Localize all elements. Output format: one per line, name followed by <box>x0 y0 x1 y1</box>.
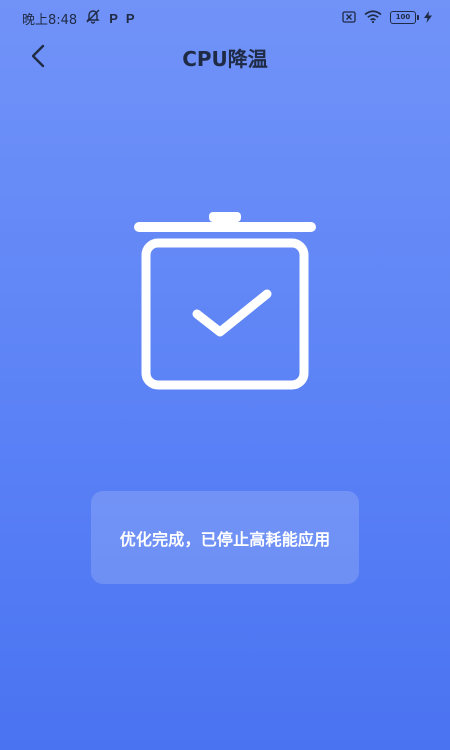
p-icon: P <box>109 10 118 26</box>
header: CPU降温 <box>0 34 450 78</box>
status-left: 晚上8:48 P P <box>22 8 135 28</box>
charging-icon <box>424 8 432 27</box>
result-message: 优化完成，已停止高耗能应用 <box>119 529 331 549</box>
bell-off-icon <box>85 8 101 28</box>
status-time: 晚上8:48 <box>22 12 78 28</box>
battery-icon: 100 <box>390 11 419 24</box>
p-icon: P <box>125 10 135 26</box>
status-right: 100 <box>342 8 432 27</box>
trash-check-icon <box>130 208 320 394</box>
result-message-card: 优化完成，已停止高耗能应用 <box>91 491 359 584</box>
wifi-icon <box>364 8 382 27</box>
status-bar: 晚上8:48 P P 100 <box>0 0 450 34</box>
sim-off-icon <box>342 8 356 27</box>
page-title: CPU降温 <box>182 47 268 71</box>
